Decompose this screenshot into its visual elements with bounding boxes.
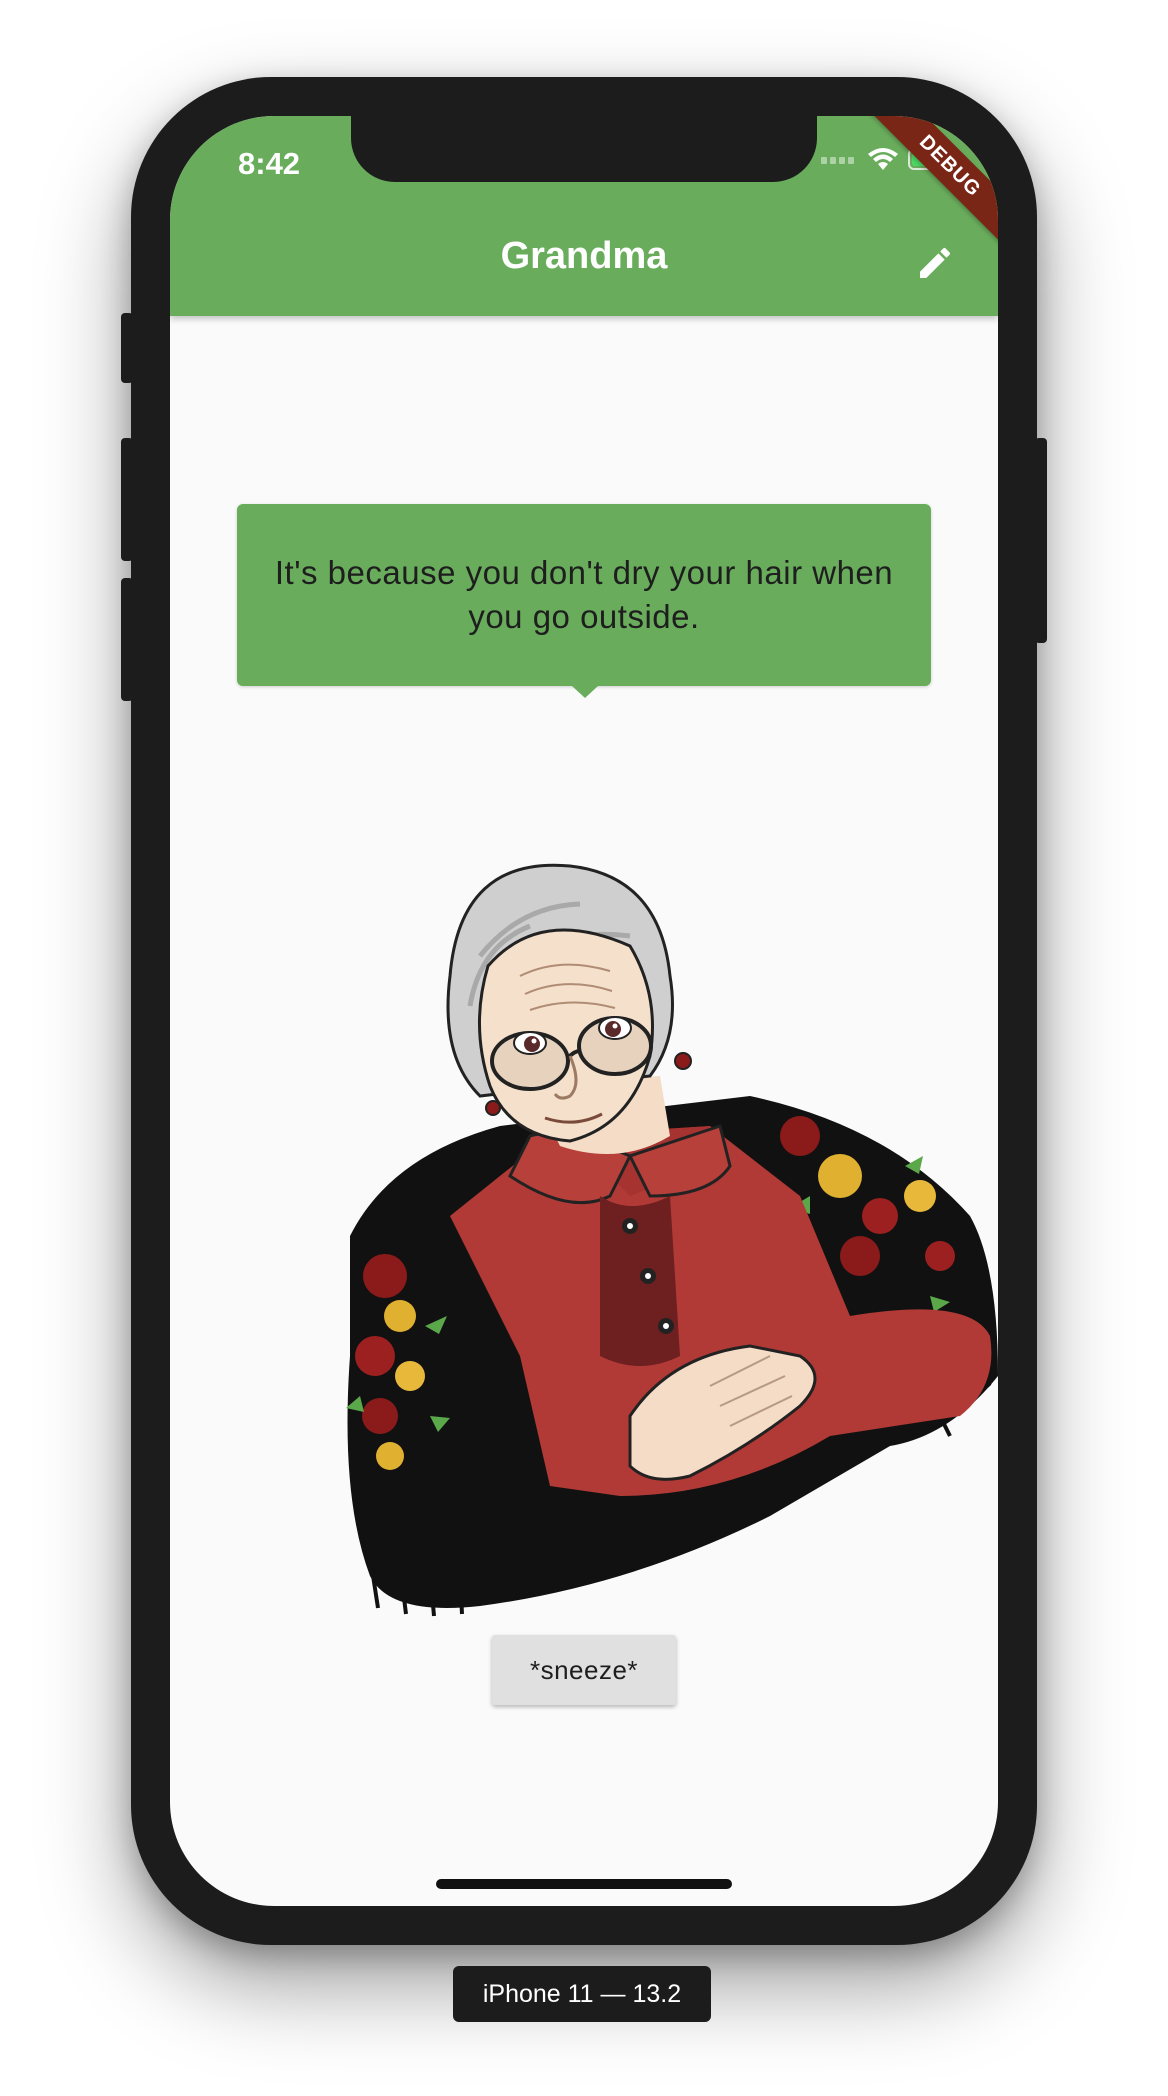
cellular-signal-icon [820, 152, 858, 170]
status-time: 8:42 [238, 146, 301, 181]
phone-screen: 8:42 Grandma DEBUG It's because you don'… [170, 116, 998, 1906]
speech-bubble-text: It's because you don't dry your hair whe… [274, 554, 894, 635]
mute-switch [121, 313, 133, 383]
speech-bubble: It's because you don't dry your hair whe… [237, 504, 931, 698]
home-indicator[interactable] [436, 1879, 732, 1889]
edit-button[interactable] [910, 238, 960, 288]
notch [351, 116, 817, 182]
power-button [1035, 438, 1047, 643]
wifi-icon [866, 146, 900, 177]
volume-down-button [121, 578, 133, 701]
app-title: Grandma [500, 235, 668, 277]
simulator-device-label: iPhone 11 — 13.2 [453, 1966, 711, 2022]
volume-up-button [121, 438, 133, 561]
pencil-icon [920, 247, 951, 278]
grandma-illustration [346, 863, 998, 1617]
sneeze-button[interactable]: *sneeze* [492, 1635, 676, 1705]
